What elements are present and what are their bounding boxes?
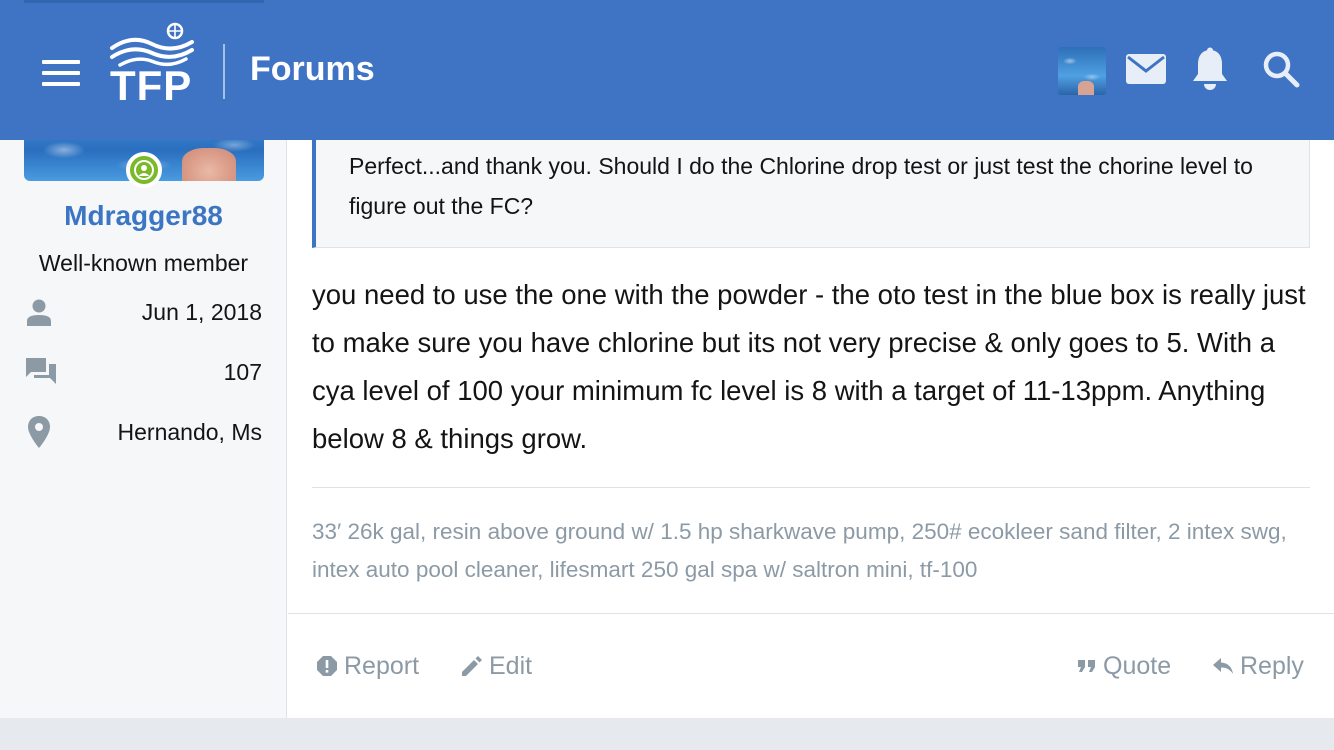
reply-button[interactable]: Reply <box>1212 648 1304 684</box>
quoted-message: Perfect...and thank you. Should I do the… <box>312 125 1310 248</box>
signature: 33′ 26k gal, resin above ground w/ 1.5 h… <box>312 519 1287 582</box>
message-count: 107 <box>223 358 262 385</box>
logo-text[interactable]: TFP <box>110 62 192 110</box>
location[interactable]: Hernando, Ms <box>118 419 262 446</box>
avatar-photo-detail <box>182 148 236 181</box>
message-count-row: 107 <box>24 354 262 390</box>
edit-button[interactable]: Edit <box>461 648 532 684</box>
inbox-envelope-icon[interactable] <box>1121 44 1171 94</box>
quote-label: Quote <box>1103 651 1172 680</box>
signature-divider <box>312 487 1310 488</box>
menu-icon[interactable] <box>42 60 82 86</box>
quote-button[interactable]: Quote <box>1077 648 1171 684</box>
site-header: TFP Forums <box>0 0 1334 140</box>
header-divider <box>223 44 225 99</box>
section-title[interactable]: Forums <box>250 50 375 89</box>
search-icon[interactable] <box>1256 44 1306 94</box>
report-icon <box>317 656 337 676</box>
username[interactable]: Mdragger88 <box>0 200 287 232</box>
report-button[interactable]: Report <box>316 648 419 684</box>
location-row: Hernando, Ms <box>24 414 262 450</box>
quote-icon <box>1078 660 1095 672</box>
edit-label: Edit <box>489 651 533 680</box>
notifications-bell-icon[interactable] <box>1185 44 1235 94</box>
footer-divider <box>288 613 1334 614</box>
online-status-icon <box>126 152 162 188</box>
messages-icon <box>24 354 60 390</box>
post-body: you need to use the one with the powder … <box>312 279 1306 454</box>
joined-date-row: Jun 1, 2018 <box>24 294 262 330</box>
reply-arrow-icon <box>1213 658 1233 674</box>
header-top-accent <box>24 0 264 3</box>
user-title: Well-known member <box>38 250 249 276</box>
joined-date: Jun 1, 2018 <box>141 298 262 325</box>
reply-label: Reply <box>1240 651 1304 680</box>
report-label: Report <box>344 651 420 680</box>
person-icon <box>24 294 60 330</box>
pencil-icon <box>462 656 482 676</box>
location-pin-icon <box>24 414 60 450</box>
account-avatar[interactable] <box>1058 47 1106 95</box>
